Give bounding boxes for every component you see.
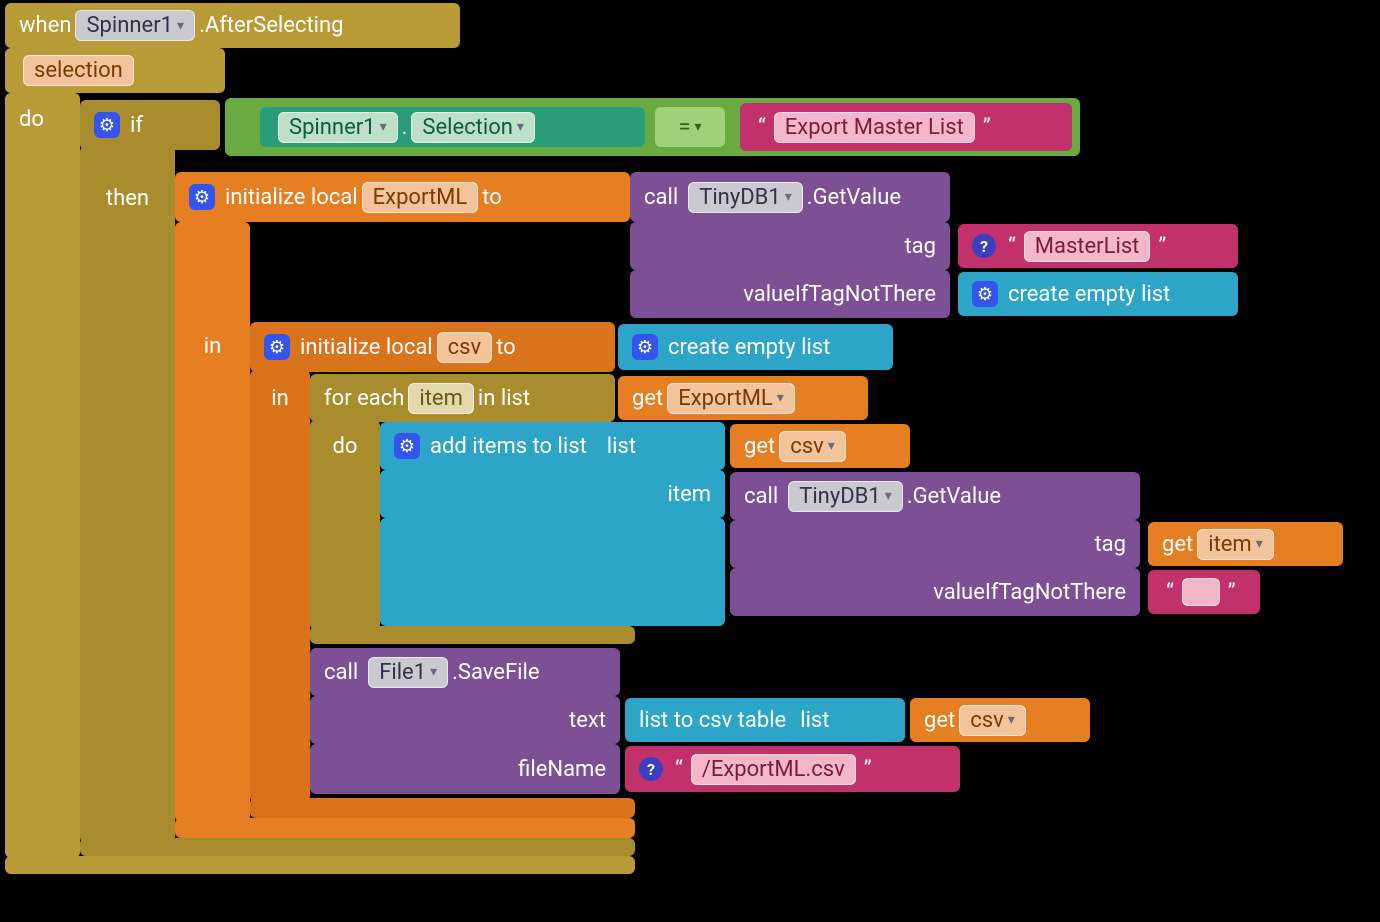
get-word: get bbox=[744, 434, 775, 459]
get-var-dropdown[interactable]: csv▾ bbox=[959, 705, 1026, 736]
get-item[interactable]: get item▾ bbox=[1148, 522, 1343, 566]
when-param-selection[interactable]: selection bbox=[23, 55, 134, 86]
init-local-var-exportml[interactable]: ExportML bbox=[362, 182, 479, 213]
get-csv-2[interactable]: get csv▾ bbox=[910, 698, 1090, 742]
init-local-csv-bottom bbox=[250, 798, 635, 818]
add-items-list-label: list bbox=[607, 434, 636, 459]
tinydb-dropdown[interactable]: TinyDB1▾ bbox=[788, 481, 903, 512]
list-to-csv-table[interactable]: list to csv table list bbox=[625, 698, 905, 742]
get-exportml[interactable]: get ExportML▾ bbox=[618, 376, 868, 420]
savefile-filename-row: fileName bbox=[310, 744, 620, 794]
savefile-text-row: text bbox=[310, 696, 620, 744]
get-word: get bbox=[1162, 532, 1193, 557]
gear-icon[interactable]: ⚙ bbox=[394, 433, 420, 459]
get-var-dropdown[interactable]: item▾ bbox=[1197, 529, 1274, 560]
create-empty-list-1[interactable]: ⚙ create empty list bbox=[958, 272, 1238, 316]
getvalue1-vnt-row: valueIfTagNotThere bbox=[630, 270, 950, 318]
get-var-dropdown[interactable]: ExportML▾ bbox=[667, 383, 795, 414]
in-label-1: in bbox=[175, 326, 250, 366]
string-masterlist[interactable]: ? “ MasterList ” bbox=[958, 224, 1238, 268]
init-local-var-csv[interactable]: csv bbox=[437, 332, 493, 363]
init-local-word: initialize local bbox=[300, 335, 433, 360]
gear-icon[interactable]: ⚙ bbox=[972, 281, 998, 307]
when-event: .AfterSelecting bbox=[199, 13, 343, 38]
string-literal: /ExportML.csv bbox=[691, 754, 856, 785]
in-label-2: in bbox=[250, 378, 310, 418]
add-items-item-row: item bbox=[380, 470, 725, 518]
string-empty[interactable]: “ ” bbox=[1148, 570, 1260, 614]
then-label: then bbox=[80, 178, 175, 218]
call-file-savefile[interactable]: call File1▾ .SaveFile bbox=[310, 648, 620, 696]
init-local-exportml-bottom bbox=[175, 818, 635, 838]
create-empty-list-2[interactable]: ⚙ create empty list bbox=[618, 324, 893, 370]
init-local-word: initialize local bbox=[225, 185, 358, 210]
if-block-body bbox=[80, 146, 175, 843]
when-block[interactable]: when Spinner1▾ .AfterSelecting bbox=[5, 3, 460, 48]
foreach-header[interactable]: for each item in list bbox=[310, 374, 615, 422]
when-params-row: selection bbox=[5, 48, 225, 93]
list-to-csv-label: list to csv table bbox=[639, 708, 786, 733]
list-to-csv-list-label: list bbox=[800, 708, 829, 733]
call-tinydb-getvalue-2[interactable]: call TinyDB1▾ .GetValue bbox=[730, 472, 1140, 520]
call-word: call bbox=[324, 660, 358, 685]
getvalue2-vnt-row: valueIfTagNotThere bbox=[730, 568, 1140, 616]
getvalue-method: .GetValue bbox=[907, 484, 1001, 509]
tinydb-dropdown[interactable]: TinyDB1▾ bbox=[688, 182, 803, 213]
call-tinydb-getvalue-1[interactable]: call TinyDB1▾ .GetValue bbox=[630, 172, 950, 222]
when-do-label: do bbox=[5, 93, 80, 858]
init-local-exportml-header[interactable]: ⚙ initialize local ExportML to bbox=[175, 172, 630, 222]
foreach-var-item[interactable]: item bbox=[408, 383, 474, 414]
init-local-exportml-body bbox=[175, 222, 250, 822]
add-items-to-list-header[interactable]: ⚙ add items to list list bbox=[380, 422, 725, 470]
gear-icon[interactable]: ⚙ bbox=[94, 112, 120, 138]
string-literal bbox=[1182, 578, 1220, 606]
file1-dropdown[interactable]: File1▾ bbox=[368, 657, 448, 688]
string-literal: MasterList bbox=[1024, 231, 1151, 262]
equals-operator[interactable]: =▾ bbox=[655, 107, 725, 147]
string-literal: Export Master List bbox=[774, 112, 975, 143]
init-local-to: to bbox=[496, 335, 516, 360]
savefile-method: .SaveFile bbox=[452, 660, 539, 685]
create-empty-list-label: create empty list bbox=[1008, 282, 1170, 307]
when-component-dropdown[interactable]: Spinner1▾ bbox=[75, 10, 195, 41]
add-items-label: add items to list bbox=[430, 434, 587, 459]
create-empty-list-label: create empty list bbox=[668, 335, 830, 360]
property-get-block[interactable]: Spinner1▾ . Selection▾ bbox=[260, 107, 645, 147]
init-local-csv-body bbox=[250, 370, 310, 802]
gear-icon[interactable]: ⚙ bbox=[189, 184, 215, 210]
blockly-canvas: when Spinner1▾ .AfterSelecting selection… bbox=[0, 0, 1380, 922]
when-keyword: when bbox=[19, 13, 71, 38]
init-local-to: to bbox=[482, 185, 502, 210]
property-name-dropdown[interactable]: Selection▾ bbox=[411, 112, 535, 143]
get-word: get bbox=[632, 386, 663, 411]
add-items-body-fill bbox=[380, 518, 725, 626]
string-filename[interactable]: ? “ /ExportML.csv ” bbox=[625, 746, 960, 792]
foreach-do-label: do bbox=[310, 424, 380, 468]
getvalue1-tag-row: tag bbox=[630, 222, 950, 270]
property-component-dropdown[interactable]: Spinner1▾ bbox=[278, 112, 398, 143]
help-icon[interactable]: ? bbox=[972, 234, 996, 258]
get-word: get bbox=[924, 708, 955, 733]
init-local-csv-header[interactable]: ⚙ initialize local csv to bbox=[250, 322, 615, 372]
getvalue2-tag-row: tag bbox=[730, 520, 1140, 568]
get-var-dropdown[interactable]: csv▾ bbox=[779, 431, 846, 462]
if-keyword: if bbox=[130, 113, 143, 138]
get-csv[interactable]: get csv▾ bbox=[730, 424, 910, 468]
gear-icon[interactable]: ⚙ bbox=[632, 334, 658, 360]
property-dot: . bbox=[402, 115, 408, 140]
getvalue-method: .GetValue bbox=[807, 185, 901, 210]
when-bottom-cap bbox=[5, 856, 635, 874]
help-icon[interactable]: ? bbox=[639, 757, 663, 781]
call-word: call bbox=[744, 484, 778, 509]
if-bottom-cap bbox=[80, 838, 635, 856]
string-export-master-list[interactable]: “ Export Master List ” bbox=[740, 103, 1072, 151]
foreach-word: for each bbox=[324, 386, 404, 411]
foreach-inlist: in list bbox=[478, 386, 530, 411]
gear-icon[interactable]: ⚙ bbox=[264, 334, 290, 360]
foreach-bottom bbox=[310, 626, 635, 644]
call-word: call bbox=[644, 185, 678, 210]
if-block-header[interactable]: ⚙ if bbox=[80, 100, 220, 150]
